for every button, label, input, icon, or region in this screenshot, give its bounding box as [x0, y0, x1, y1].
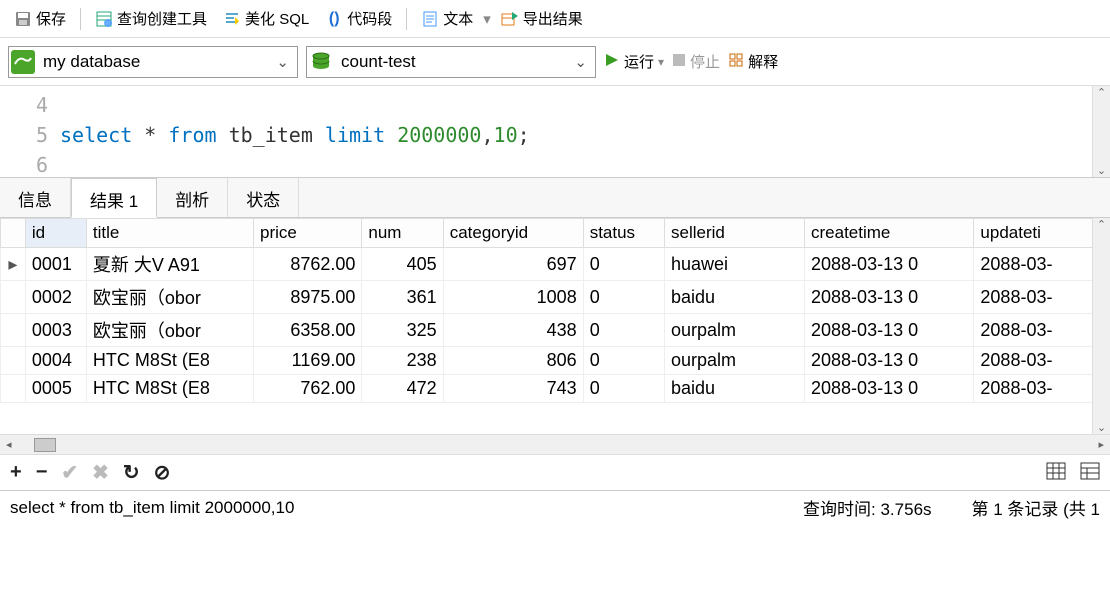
editor-scrollbar[interactable]: ⌃⌄: [1092, 86, 1110, 177]
col-createtime[interactable]: createtime: [805, 219, 974, 248]
connection-icon: [9, 48, 37, 76]
connection-combo[interactable]: my database ⌄: [8, 46, 298, 78]
form-view-icon[interactable]: [1080, 462, 1100, 484]
table-row[interactable]: 0005HTC M8St (E8762.004727430baidu2088-0…: [1, 375, 1110, 403]
status-bar: select * from tb_item limit 2000000,10 查…: [0, 490, 1110, 524]
database-icon: [307, 48, 335, 76]
connection-text: my database: [37, 52, 268, 72]
status-sql: select * from tb_item limit 2000000,10: [10, 498, 294, 518]
run-button[interactable]: 运行 ▾: [604, 51, 664, 72]
chevron-down-icon: ⌄: [566, 53, 595, 71]
refresh-button[interactable]: ↻: [123, 460, 140, 485]
add-row-button[interactable]: +: [10, 461, 22, 484]
cancel-button[interactable]: ✖: [92, 460, 109, 485]
main-toolbar: 保存 查询创建工具 美化 SQL () 代码段 文本 ▾ 导出结果: [0, 0, 1110, 38]
snippet-button[interactable]: () 代码段: [319, 6, 398, 31]
snippet-icon: (): [325, 10, 343, 28]
result-grid[interactable]: idtitlepricenumcategoryidstatusselleridc…: [0, 218, 1110, 403]
stop-query-button[interactable]: ⊘: [154, 460, 171, 485]
query-builder-label: 查询创建工具: [117, 8, 207, 29]
col-categoryid[interactable]: categoryid: [443, 219, 583, 248]
stop-button[interactable]: 停止: [672, 51, 720, 72]
col-num[interactable]: num: [362, 219, 443, 248]
table-row[interactable]: ▸0001夏新 大V A918762.004056970huawei2088-0…: [1, 248, 1110, 281]
table-row[interactable]: 0004HTC M8St (E81169.002388060ourpalm208…: [1, 347, 1110, 375]
result-grid-wrap: idtitlepricenumcategoryidstatusselleridc…: [0, 218, 1110, 434]
save-label: 保存: [36, 8, 66, 29]
export-label: 导出结果: [523, 8, 583, 29]
snippet-label: 代码段: [347, 8, 392, 29]
col-price[interactable]: price: [253, 219, 361, 248]
apply-button[interactable]: ✔: [61, 460, 78, 485]
database-text: count-test: [335, 52, 566, 72]
beautify-button[interactable]: 美化 SQL: [217, 6, 315, 31]
result-tabs: 信息 结果 1 剖析 状态: [0, 178, 1110, 218]
col-id[interactable]: id: [25, 219, 86, 248]
col-status[interactable]: status: [583, 219, 664, 248]
tab-status[interactable]: 状态: [228, 178, 299, 217]
grid-view-icon[interactable]: [1046, 462, 1066, 484]
connection-toolbar: my database ⌄ count-test ⌄ 运行 ▾ 停止 解释: [0, 38, 1110, 86]
table-row[interactable]: 0003欧宝丽（obor6358.003254380ourpalm2088-03…: [1, 314, 1110, 347]
status-time: 查询时间: 3.756s: [803, 495, 932, 520]
delete-row-button[interactable]: −: [36, 461, 48, 484]
explain-button[interactable]: 解释: [728, 51, 778, 72]
sql-editor[interactable]: 45select * from tb_item limit 2000000,10…: [0, 86, 1110, 178]
grid-action-bar: + − ✔ ✖ ↻ ⊘: [0, 454, 1110, 490]
export-button[interactable]: 导出结果: [495, 6, 589, 31]
col-title[interactable]: title: [86, 219, 253, 248]
text-icon: [421, 10, 439, 28]
database-combo[interactable]: count-test ⌄: [306, 46, 596, 78]
col-sellerid[interactable]: sellerid: [665, 219, 805, 248]
chevron-down-icon: ⌄: [268, 53, 297, 71]
stop-icon: [672, 53, 686, 71]
play-icon: [604, 52, 620, 72]
col-updateti[interactable]: updateti: [974, 219, 1110, 248]
tab-profile[interactable]: 剖析: [157, 178, 228, 217]
explain-label: 解释: [748, 51, 778, 72]
query-builder-button[interactable]: 查询创建工具: [89, 6, 213, 31]
text-label: 文本: [443, 8, 473, 29]
status-record: 第 1 条记录 (共 1: [972, 495, 1100, 520]
grid-vscrollbar[interactable]: ⌃⌄: [1092, 218, 1110, 434]
query-builder-icon: [95, 10, 113, 28]
grid-hscrollbar[interactable]: ◂▸: [0, 434, 1110, 454]
run-label: 运行: [624, 51, 654, 72]
beautify-icon: [223, 10, 241, 28]
save-icon: [14, 10, 32, 28]
tab-info[interactable]: 信息: [0, 178, 71, 217]
stop-label: 停止: [690, 51, 720, 72]
explain-icon: [728, 52, 744, 72]
save-button[interactable]: 保存: [8, 6, 72, 31]
tab-result1[interactable]: 结果 1: [71, 178, 157, 218]
text-button[interactable]: 文本: [415, 6, 479, 31]
export-icon: [501, 10, 519, 28]
beautify-label: 美化 SQL: [245, 8, 309, 29]
table-row[interactable]: 0002欧宝丽（obor8975.0036110080baidu2088-03-…: [1, 281, 1110, 314]
